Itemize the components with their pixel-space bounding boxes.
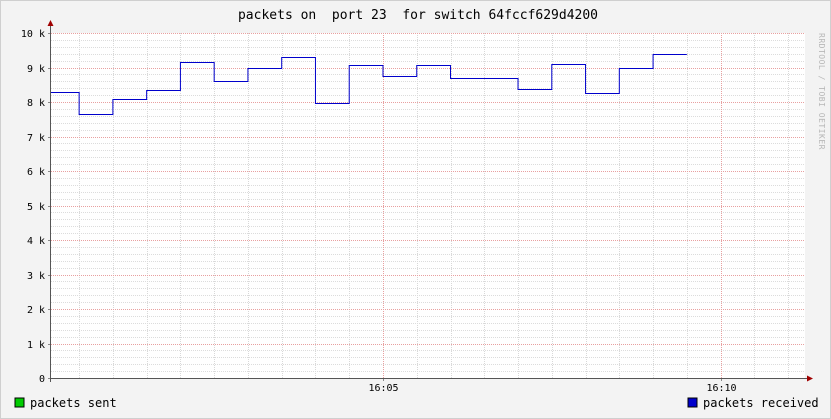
legend-label-packets-sent: packets sent (30, 396, 117, 410)
y-tick-label: 6 k (27, 167, 45, 178)
y-tick-label: 1 k (27, 340, 45, 351)
y-tick-label: 9 k (27, 64, 45, 75)
y-tick-label: 8 k (27, 98, 45, 109)
y-tick-label: 0 (39, 374, 45, 385)
y-tick-label: 7 k (27, 133, 45, 144)
plot-area (51, 33, 805, 378)
legend-swatch-packets-received (687, 397, 698, 408)
y-tick-label: 10 k (21, 29, 45, 40)
x-tick-label: 16:10 (706, 383, 736, 394)
y-tick-label: 5 k (27, 202, 45, 213)
x-tick-label: 16:05 (368, 383, 398, 394)
graph-image: 0 1 k 2 k 3 k 4 k 5 k 6 k 7 k 8 k 9 k 10 k 16:05 16… (0, 0, 831, 419)
y-tick-label: 2 k (27, 305, 45, 316)
legend-label-packets-received: packets received (703, 396, 819, 410)
watermark: RRDTOOL / TOBI OETIKER (817, 33, 826, 150)
y-tick-label: 4 k (27, 236, 45, 247)
y-tick-label: 3 k (27, 271, 45, 282)
chart-svg: 0 1 k 2 k 3 k 4 k 5 k 6 k 7 k 8 k 9 k 10 k 16:05 16… (0, 0, 831, 419)
legend-swatch-packets-sent (14, 397, 25, 408)
chart-title: packets on port 23 for switch 64fccf629d… (238, 8, 598, 23)
